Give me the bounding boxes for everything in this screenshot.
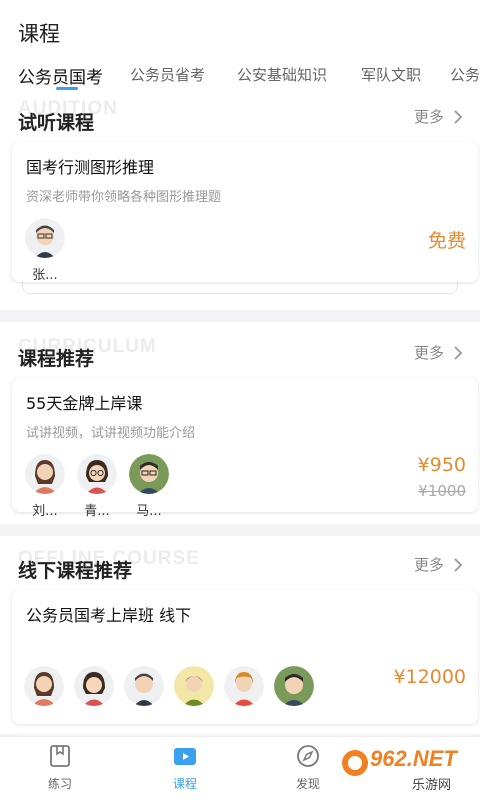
tab-jundui-wenzhi[interactable]: 军队文职 [361, 64, 421, 85]
teacher-name: 青... [84, 504, 110, 519]
compass-icon [297, 745, 319, 767]
watermark-text: 962.NET [370, 746, 457, 771]
course-subtitle: 试讲视频，试讲视频功能介绍 [26, 426, 196, 441]
teacher: 马... [128, 454, 170, 519]
teacher-avatar [174, 666, 214, 706]
course-card[interactable]: 55天金牌上岸课 试讲视频，试讲视频功能介绍 刘... 青... 马... ¥9… [12, 378, 478, 519]
offline-section: OFFLINE COURSE 线下课程推荐 更多 公务员国考上岸班 线下 ¥12… [0, 536, 480, 734]
teacher-avatar [25, 454, 65, 494]
course-title: 公务员国考上岸班 线下 [26, 606, 192, 625]
more-link[interactable]: 更多 [414, 554, 466, 575]
more-label: 更多 [413, 556, 444, 574]
header: 课程 公务员国考 公务员省考 公安基础知识 军队文职 公务 [0, 0, 480, 100]
tabbar-label: 发现 [295, 777, 320, 791]
teacher-name: 刘... [32, 504, 58, 519]
teacher-avatar [224, 666, 264, 706]
teacher-avatar [74, 666, 114, 706]
section-title: 课程推荐 [18, 344, 95, 371]
tab-gongwuyuan-shengkao[interactable]: 公务员省考 [130, 64, 205, 85]
course-card[interactable]: 国考行测图形推理 资深老师带你领略各种图形推理题 张... 免费 [12, 142, 478, 283]
teacher: 张... [24, 218, 66, 283]
tabbar-label: 课程 [172, 777, 197, 791]
course-title: 55天金牌上岸课 [26, 394, 143, 413]
recommend-section: CURRICULUM 课程推荐 更多 55天金牌上岸课 试讲视频，试讲视频功能介… [0, 322, 480, 524]
teacher-avatar [77, 454, 117, 494]
teacher-avatar [274, 666, 314, 706]
teacher-list [24, 666, 314, 706]
teacher-avatar [124, 666, 164, 706]
trial-section: AUDITION 试听课程 更多 国考行测图形推理 资深老师带你领略各种图形推理… [0, 96, 480, 310]
tab-gongwuyuan-guokao[interactable]: 公务员国考 [18, 63, 103, 88]
teacher-name: 张... [32, 268, 58, 283]
section-title: 线下课程推荐 [18, 556, 133, 583]
teacher-avatar [25, 218, 65, 258]
watermark-subtext: 乐游网 [412, 778, 452, 793]
teacher-avatar [24, 666, 64, 706]
tabbar-item-practice[interactable]: 练习 [20, 743, 100, 792]
course-card[interactable]: 公务员国考上岸班 线下 ¥12000 [12, 590, 478, 724]
course-video-icon [174, 748, 196, 765]
teacher-list: 刘... 青... 马... [24, 454, 170, 519]
teacher: 刘... [24, 454, 66, 519]
original-price: ¥1000 [418, 482, 466, 500]
watermark-logo-icon [342, 750, 368, 776]
tab-partial[interactable]: 公务 [450, 64, 480, 85]
active-tab-indicator [56, 87, 78, 90]
teacher-avatar [129, 454, 169, 494]
chevron-right-icon [454, 109, 463, 124]
more-link[interactable]: 更多 [414, 106, 466, 127]
teacher-list: 张... [24, 218, 66, 283]
category-tabs: 公务员国考 公务员省考 公安基础知识 军队文职 公务 [0, 60, 480, 96]
site-watermark: 962.NET 乐游网 [340, 740, 480, 800]
course-price: ¥12000 [393, 666, 466, 688]
teacher-name: 马... [136, 504, 162, 519]
course-title: 国考行测图形推理 [26, 158, 155, 177]
tabbar-label: 练习 [47, 777, 72, 791]
chevron-right-icon [454, 557, 463, 572]
section-title: 试听课程 [18, 108, 95, 135]
tab-gongan-jichu[interactable]: 公安基础知识 [237, 64, 327, 85]
chevron-right-icon [454, 345, 463, 360]
teacher: 青... [76, 454, 118, 519]
tabbar-item-discover[interactable]: 发现 [268, 743, 348, 792]
course-price: 免费 [427, 230, 466, 252]
more-label: 更多 [413, 108, 444, 126]
tabbar-item-course[interactable]: 课程 [145, 743, 225, 792]
course-subtitle: 资深老师带你领略各种图形推理题 [26, 190, 222, 205]
course-price: ¥950 [417, 454, 466, 476]
more-label: 更多 [413, 344, 444, 362]
practice-book-icon [50, 745, 70, 767]
page-title: 课程 [18, 22, 60, 46]
more-link[interactable]: 更多 [414, 342, 466, 363]
